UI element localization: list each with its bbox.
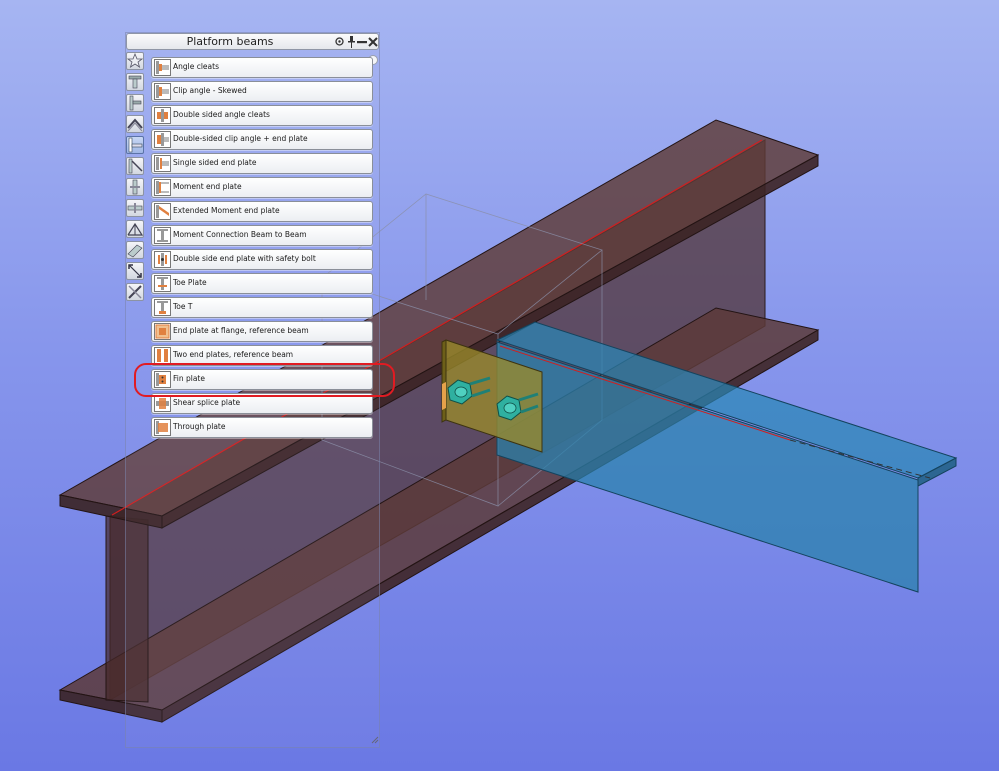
toe-plate-icon bbox=[154, 275, 171, 292]
list-item-toe-t[interactable]: Toe T bbox=[151, 297, 373, 318]
end-plate-at-flange-icon bbox=[154, 323, 171, 340]
single-sided-end-plate-icon bbox=[154, 155, 171, 172]
palette-title-bar[interactable]: Platform beams bbox=[126, 33, 379, 50]
column-splice-icon[interactable] bbox=[126, 178, 144, 196]
beam-column-icon[interactable] bbox=[126, 73, 144, 91]
list-item-single-sided-end-plate[interactable]: Single sided end plate bbox=[151, 153, 373, 174]
star-icon[interactable] bbox=[126, 52, 144, 70]
expand-icon[interactable] bbox=[126, 262, 144, 280]
list-item-toe-plate[interactable]: Toe Plate bbox=[151, 273, 373, 294]
list-item-double-side-end-plate-safety-bolt[interactable]: Double side end plate with safety bolt bbox=[151, 249, 373, 270]
moment-connection-beam-to-beam-icon bbox=[154, 227, 171, 244]
column-base-icon[interactable] bbox=[126, 94, 144, 112]
angle-cleats-icon bbox=[154, 59, 171, 76]
moment-end-plate-icon bbox=[154, 179, 171, 196]
list-item-double-sided-clip-angle-end-plate[interactable]: Double-sided clip angle + end plate bbox=[151, 129, 373, 150]
settings-icon[interactable] bbox=[333, 35, 345, 48]
resize-grip-icon[interactable] bbox=[371, 736, 379, 744]
list-item-through-plate[interactable]: Through plate bbox=[151, 417, 373, 438]
extended-moment-end-plate-icon bbox=[154, 203, 171, 220]
apex-icon[interactable] bbox=[126, 115, 144, 133]
double-side-end-plate-safety-bolt-icon bbox=[154, 251, 171, 268]
close-icon[interactable] bbox=[367, 35, 379, 48]
list-item-extended-moment-end-plate[interactable]: Extended Moment end plate bbox=[151, 201, 373, 222]
through-plate-icon bbox=[154, 419, 171, 436]
list-item-end-plate-at-flange[interactable]: End plate at flange, reference beam bbox=[151, 321, 373, 342]
list-item-clip-angle-skewed[interactable]: Clip angle - Skewed bbox=[151, 81, 373, 102]
beam-splice-icon[interactable] bbox=[126, 199, 144, 217]
list-item-angle-cleats[interactable]: Angle cleats bbox=[151, 57, 373, 78]
shear-splice-plate-icon bbox=[154, 395, 171, 412]
truss-icon[interactable] bbox=[126, 220, 144, 238]
bracing-icon[interactable] bbox=[126, 157, 144, 175]
double-sided-clip-angle-end-plate-icon bbox=[154, 131, 171, 148]
fin-plate-highlight-annotation bbox=[134, 363, 395, 397]
platform-beam-icon[interactable] bbox=[126, 136, 144, 154]
clip-angle-skewed-icon bbox=[154, 83, 171, 100]
palette-title: Platform beams bbox=[186, 35, 274, 48]
list-item-moment-connection-beam-to-beam[interactable]: Moment Connection Beam to Beam bbox=[151, 225, 373, 246]
list-item-double-sided-angle-cleats[interactable]: Double sided angle cleats bbox=[151, 105, 373, 126]
purlin-icon[interactable] bbox=[126, 241, 144, 259]
toe-t-icon bbox=[154, 299, 171, 316]
list-item-moment-end-plate[interactable]: Moment end plate bbox=[151, 177, 373, 198]
two-end-plates-icon bbox=[154, 347, 171, 364]
tools-icon[interactable] bbox=[126, 283, 144, 301]
double-sided-angle-cleats-icon bbox=[154, 107, 171, 124]
